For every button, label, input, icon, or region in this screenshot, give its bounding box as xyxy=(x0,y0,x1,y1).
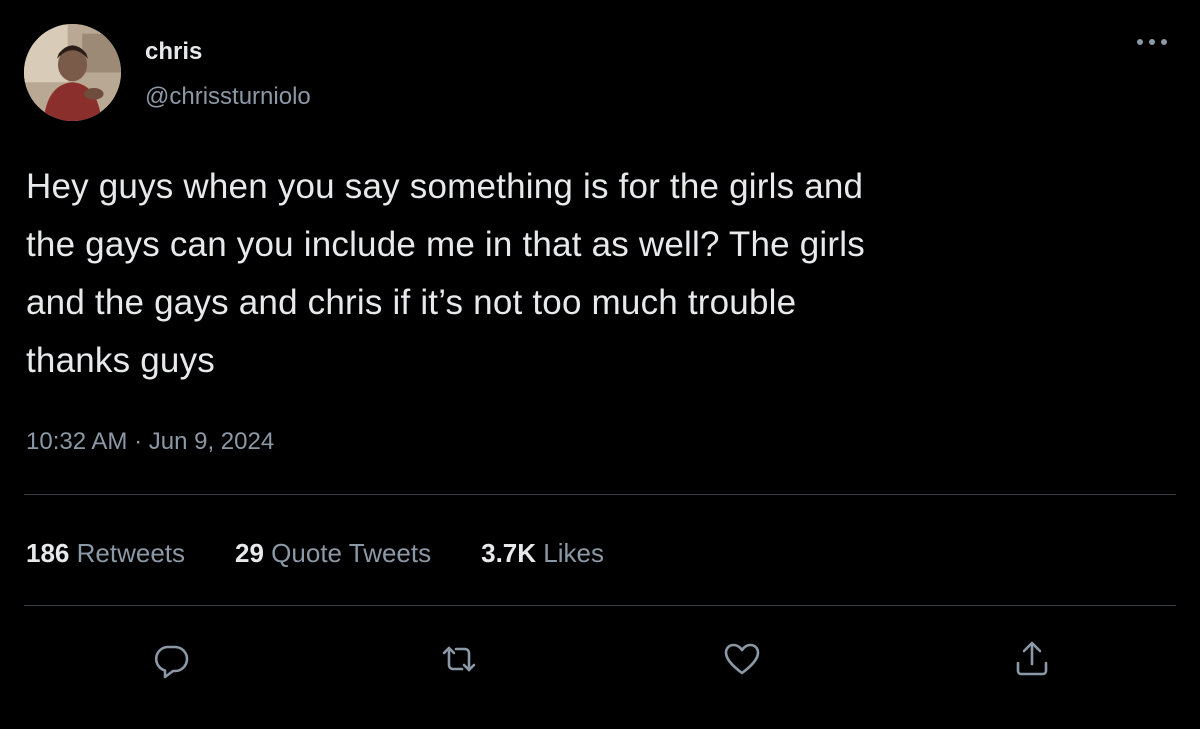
user-handle[interactable]: @chrissturniolo xyxy=(145,83,311,111)
reply-button[interactable] xyxy=(147,635,195,683)
quote-tweets-stat[interactable]: 29 Quote Tweets xyxy=(235,538,431,569)
action-bar xyxy=(0,635,1200,683)
retweets-label: Retweets xyxy=(76,538,186,568)
share-icon xyxy=(1016,641,1048,676)
more-icon[interactable] xyxy=(1134,30,1170,54)
divider-bottom xyxy=(24,605,1176,606)
avatar-photo xyxy=(24,24,121,121)
reply-icon xyxy=(154,645,189,679)
likes-label: Likes xyxy=(543,538,604,568)
share-button[interactable] xyxy=(1008,635,1056,683)
quote-tweets-count: 29 xyxy=(235,538,264,568)
engagement-stats: 186 Retweets 29 Quote Tweets 3.7K Likes xyxy=(26,538,654,569)
tweet-detail: chris @chrissturniolo Hey guys when you … xyxy=(0,0,1200,729)
divider-top xyxy=(24,494,1176,495)
likes-count: 3.7K xyxy=(481,538,537,568)
retweets-count: 186 xyxy=(26,538,70,568)
retweets-stat[interactable]: 186 Retweets xyxy=(26,538,185,569)
display-name[interactable]: chris xyxy=(145,38,202,66)
avatar[interactable] xyxy=(24,24,121,121)
tweet-text: Hey guys when you say something is for t… xyxy=(26,167,865,380)
like-button[interactable] xyxy=(718,635,766,683)
retweet-icon xyxy=(442,646,476,672)
tweet-timestamp[interactable]: 10:32 AM · Jun 9, 2024 xyxy=(26,428,274,456)
likes-stat[interactable]: 3.7K Likes xyxy=(481,538,604,569)
retweet-button[interactable] xyxy=(435,635,483,683)
heart-icon xyxy=(724,643,760,675)
quote-tweets-label: Quote Tweets xyxy=(271,538,432,568)
